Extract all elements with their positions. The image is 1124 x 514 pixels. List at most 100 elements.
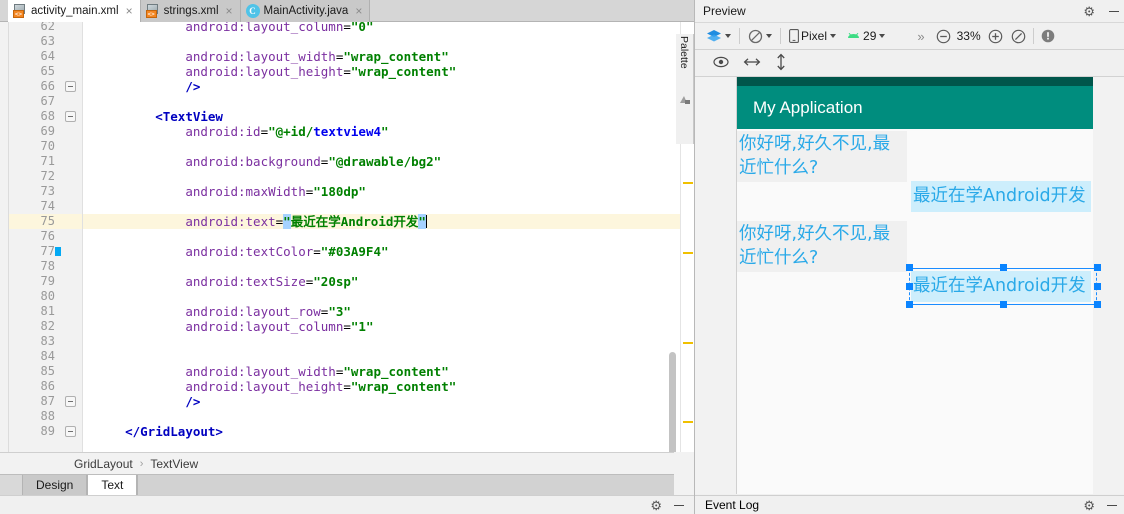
minimize-icon[interactable] [1109,10,1119,12]
fold-toggle-icon[interactable] [65,426,76,437]
constrain-horizontal-icon[interactable] [743,56,761,71]
code-token: = [343,379,351,394]
palette-strip: Palette [676,34,694,144]
chevron-down-icon [725,34,731,38]
device-frame: My Application 你好呀,好久不见,最近忙什么? 最近在学Andro… [736,77,1101,494]
resize-handle-top-left[interactable] [906,264,913,271]
toolbar-overflow-button[interactable]: » [912,24,929,48]
code-line: android:layout_height="wrap_content" [83,64,694,79]
editor-tab-activity-main-xml[interactable]: <> activity_main.xml × [8,0,141,22]
line-number: 64 [40,49,55,63]
line-number: 75 [40,214,55,228]
zoom-fit-button[interactable] [1007,24,1030,48]
resize-handle-top-right[interactable] [1094,264,1101,271]
resize-handle-top-center[interactable] [1000,264,1007,271]
code-line: /> [83,79,694,94]
code-token: "20sp" [313,274,359,289]
code-token: " [418,214,426,229]
palette-label[interactable]: Palette [678,36,690,69]
resize-handle-bottom-center[interactable] [1000,301,1007,308]
code-editor[interactable]: 62 63 64 65 66 67 68 69 70 71 72 73 74 75 76 77 78 79 80 81… [0,22,694,452]
event-log-label[interactable]: Event Log [705,498,759,512]
editor-tab-label: strings.xml [163,5,219,17]
chat-message-left[interactable]: 你好呀,好久不见,最近忙什么? [737,131,907,182]
editor-tab-strings-xml[interactable]: <> strings.xml × [140,0,241,22]
minimize-icon[interactable] [1107,504,1117,506]
device-selector[interactable]: Pixel [784,24,841,48]
line-number: 73 [40,184,55,198]
close-icon[interactable]: × [225,5,234,17]
code-token: "1" [350,319,374,334]
zoom-out-button[interactable] [930,24,954,48]
constrain-vertical-icon[interactable] [775,53,787,74]
line-number: 68 [40,109,55,123]
line-number: 63 [40,34,55,48]
palette-tool-icon[interactable] [679,94,691,105]
code-text-area[interactable]: android:layout_column="0" android:layout… [83,22,694,452]
gear-icon[interactable]: ⚙ [1083,499,1095,512]
visibility-icon[interactable] [713,56,729,71]
preview-toolbar: Pixel 29 » 33% [695,22,1124,50]
editor-vertical-scrollbar[interactable] [669,352,676,452]
chat-message-right-selected[interactable]: 最近在学Android开发 [911,271,1091,302]
fold-toggle-icon[interactable] [65,111,76,122]
close-icon[interactable]: × [125,5,134,17]
line-number: 65 [40,64,55,78]
line-number: 78 [40,259,55,273]
warning-marker[interactable] [683,421,693,423]
chat-message-right[interactable]: 最近在学Android开发 [911,181,1091,212]
zoom-in-button[interactable] [984,24,1007,48]
fold-toggle-icon[interactable] [65,81,76,92]
issues-button[interactable] [1037,24,1059,48]
code-folding-strip[interactable] [61,22,83,452]
xml-layout-icon: <> [13,4,27,18]
line-number: 69 [40,124,55,138]
editor-tab-mainactivity-java[interactable]: C MainActivity.java × [240,0,371,22]
resize-handle-middle-right[interactable] [1094,283,1101,290]
tab-design[interactable]: Design [22,475,88,496]
warning-marker[interactable] [683,342,693,344]
zoom-out-icon [936,29,950,43]
api-level-selector[interactable]: 29 [841,24,890,48]
line-number-gutter: 62 63 64 65 66 67 68 69 70 71 72 73 74 75 76 77 78 79 80 81… [9,22,64,452]
chat-message-left[interactable]: 你好呀,好久不见,最近忙什么? [737,221,907,272]
code-token: android:layout_row [185,304,321,319]
api-level: 29 [863,29,877,43]
warning-marker[interactable] [683,182,693,184]
tab-text[interactable]: Text [87,475,138,496]
close-icon[interactable]: × [354,5,363,17]
code-token: android:layout_width [185,49,336,64]
theme-selector[interactable] [701,24,736,48]
line-number: 87 [40,394,55,408]
code-token: textview4 [313,124,381,139]
design-text-tab-filler [137,475,674,495]
resize-handle-bottom-right[interactable] [1094,301,1101,308]
line-number: 74 [40,199,55,213]
editor-left-strip [0,22,9,452]
orientation-selector[interactable] [743,24,777,48]
breadcrumb-item-textview[interactable]: TextView [150,457,198,471]
code-line: <TextView [83,109,694,124]
line-number: 77 [40,244,55,258]
preview-canvas[interactable]: My Application 你好呀,好久不见,最近忙什么? 最近在学Andro… [695,77,1124,494]
gear-icon[interactable]: ⚙ [650,499,662,512]
minimize-icon[interactable] [674,504,684,506]
device-content[interactable]: 你好呀,好久不见,最近忙什么? 最近在学Android开发 你好呀,好久不见,最… [737,129,1101,494]
fold-toggle-icon[interactable] [65,396,76,407]
code-line: android:background="@drawable/bg2" [83,154,694,169]
breadcrumb-item-gridlayout[interactable]: GridLayout [74,457,133,471]
code-line: android:textSize="20sp" [83,274,694,289]
gear-icon[interactable]: ⚙ [1083,5,1095,18]
code-line: android:maxWidth="180dp" [83,184,694,199]
resize-handle-bottom-left[interactable] [906,301,913,308]
warning-marker[interactable] [683,252,693,254]
